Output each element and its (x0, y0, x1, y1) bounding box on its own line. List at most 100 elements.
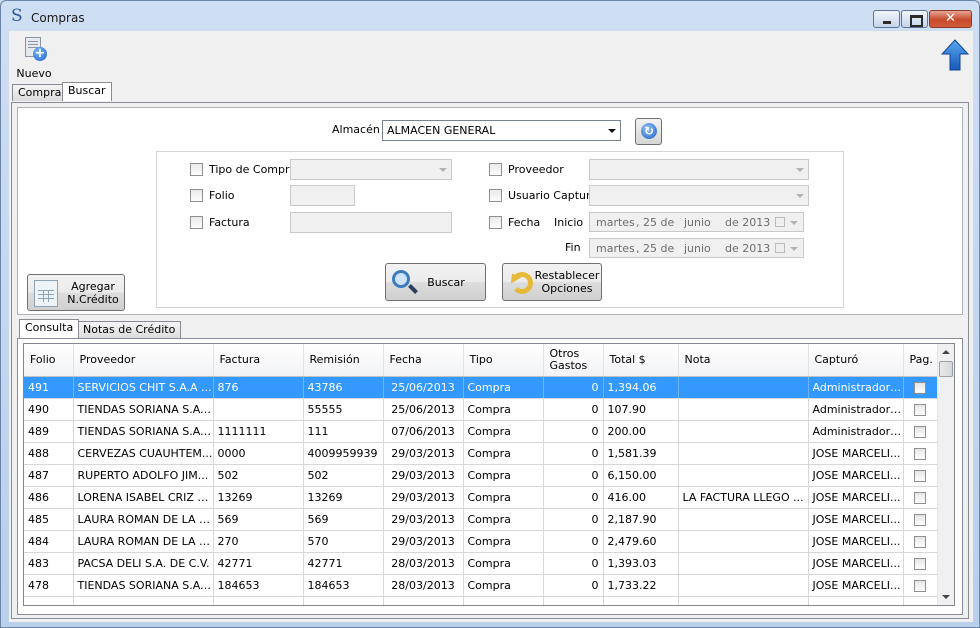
table-row[interactable]: 490 TIENDAS SORIANA S.A.... 55555 25/06/201… (24, 398, 938, 421)
pag-checkbox[interactable] (914, 447, 926, 460)
pag-checkbox[interactable] (914, 469, 926, 482)
cell-total: 2,187.90 (603, 508, 679, 531)
cell-fecha: 29/03/2013 (383, 464, 464, 487)
table-row[interactable]: 485 LAURA ROMAN DE LA C... 569 569 29/03/201… (24, 508, 938, 531)
minimize-button[interactable] (873, 10, 900, 28)
restablecer-opciones-button[interactable]: Restablecer Opciones (502, 263, 602, 301)
cell-capturo: JOSE MARCELI... (808, 464, 904, 487)
col-folio[interactable]: Folio (24, 344, 74, 377)
col-total[interactable]: Total $ (603, 344, 679, 377)
cell-otros: 0 (543, 442, 604, 465)
col-tipo[interactable]: Tipo (463, 344, 544, 377)
cell-capturo: JOSE MARCELI... (808, 486, 904, 509)
refresh-button[interactable]: ↻ (635, 118, 662, 145)
cell-folio: 478 (24, 574, 74, 597)
pag-checkbox[interactable] (914, 491, 926, 504)
title-bar[interactable]: S Compras ✕ (1, 1, 979, 31)
col-proveedor[interactable]: Proveedor (73, 344, 214, 377)
table-row[interactable]: 491 SERVICIOS CHIT S.A.A ... 876 43786 25/06… (24, 376, 938, 399)
pag-checkbox[interactable] (914, 557, 926, 570)
scroll-down-icon[interactable] (942, 595, 950, 599)
pag-checkbox[interactable] (914, 579, 926, 592)
col-capturo[interactable]: Capturó (808, 344, 904, 377)
table-row[interactable]: 483 PACSA DELI S.A. DE C.V. 42771 42771 28/0… (24, 552, 938, 575)
factura-input[interactable] (290, 212, 452, 233)
cell-capturo: JOSE MARCELI... (808, 442, 904, 465)
factura-checkbox[interactable] (190, 216, 203, 229)
tab-buscar[interactable]: Buscar (62, 82, 112, 101)
pag-checkbox[interactable] (914, 535, 926, 548)
col-remision[interactable]: Remisión (303, 344, 384, 377)
cell-otros: 0 (543, 530, 604, 553)
pag-checkbox[interactable] (914, 425, 926, 438)
folio-checkbox[interactable] (190, 189, 203, 202)
chevron-down-icon (608, 129, 616, 133)
folio-input[interactable] (290, 185, 355, 206)
proveedor-checkbox[interactable] (489, 163, 502, 176)
col-factura[interactable]: Factura (213, 344, 304, 377)
table-row[interactable]: 486 LORENA ISABEL CRIZ V... 13269 13269 29/0… (24, 486, 938, 509)
fecha-checkbox[interactable] (489, 216, 502, 229)
cell-tipo: Compra (463, 530, 544, 553)
tab-compra[interactable]: Compra (12, 84, 68, 101)
col-pag[interactable]: Pag. (903, 344, 938, 377)
cell-tipo: Compra (463, 486, 544, 509)
fin-date-picker[interactable]: martes , 25 de junio de 2013 (589, 238, 804, 258)
scroll-thumb[interactable] (939, 361, 953, 377)
close-button[interactable]: ✕ (929, 10, 972, 28)
nuevo-button[interactable]: + Nuevo (11, 35, 55, 81)
cell-tipo: Compra (463, 574, 544, 597)
table-row[interactable]: 489 TIENDAS SORIANA S.A.... 1111111 111 07/0… (24, 420, 938, 443)
table-row[interactable]: 478 TIENDAS SORIANA S.A.... 184653 184653 28… (24, 574, 938, 597)
cell-otros: 0 (543, 552, 604, 575)
header-row: Folio Proveedor Factura Remisión Fecha T… (24, 344, 938, 377)
tab-consulta[interactable]: Consulta (19, 319, 80, 338)
pag-checkbox[interactable] (914, 513, 926, 526)
cell-remision: 502 (303, 464, 384, 487)
table-row[interactable]: 488 CERVEZAS CUAUHTEM... 0000 4009959939 29/… (24, 442, 938, 465)
cell-empty (603, 596, 679, 605)
cell-fecha: 28/03/2013 (383, 574, 464, 597)
restablecer-label-line1: Restablecer (534, 269, 600, 282)
cell-capturo: JOSE MARCELI... (808, 552, 904, 575)
cell-pag (903, 442, 938, 465)
cell-empty (808, 596, 904, 605)
col-nota[interactable]: Nota (678, 344, 809, 377)
inicio-date-picker[interactable]: martes , 25 de junio de 2013 (589, 212, 804, 232)
tipo-compra-select[interactable] (290, 159, 452, 180)
compras-table: Folio Proveedor Factura Remisión Fecha T… (24, 344, 938, 605)
cell-folio: 491 (24, 376, 74, 399)
almacen-select[interactable]: ALMACEN GENERAL (382, 120, 621, 141)
up-arrow-icon[interactable] (941, 39, 969, 71)
cell-factura: 270 (213, 530, 304, 553)
scroll-up-icon[interactable] (942, 350, 950, 354)
col-otros-gastos[interactable]: Otros Gastos (543, 344, 604, 377)
folio-label: Folio (209, 189, 235, 202)
tab-notas-credito[interactable]: Notas de Crédito (77, 321, 182, 338)
cell-nota (678, 464, 809, 487)
proveedor-select[interactable] (589, 159, 809, 180)
usuario-select[interactable] (589, 185, 809, 206)
cell-fecha: 29/03/2013 (383, 530, 464, 553)
compras-grid[interactable]: Folio Proveedor Factura Remisión Fecha T… (23, 343, 955, 606)
cell-tipo: Compra (463, 464, 544, 487)
window-title: Compras (31, 11, 85, 25)
cell-fecha: 29/03/2013 (383, 442, 464, 465)
vertical-scrollbar[interactable] (937, 344, 954, 605)
pag-checkbox[interactable] (914, 403, 926, 416)
agregar-nota-credito-button[interactable]: Agregar N.Crédito (27, 274, 125, 311)
tipo-compra-checkbox[interactable] (190, 163, 203, 176)
cell-capturo: Administrador Sy... (808, 398, 904, 421)
col-fecha[interactable]: Fecha (383, 344, 464, 377)
cell-folio: 487 (24, 464, 74, 487)
maximize-button[interactable] (901, 10, 928, 28)
cell-pag (903, 420, 938, 443)
cell-total: 1,733.22 (603, 574, 679, 597)
cell-tipo: Compra (463, 552, 544, 575)
table-row[interactable]: 484 LAURA ROMAN DE LA C... 270 570 29/03/201… (24, 530, 938, 553)
table-row[interactable]: 487 RUPERTO ADOLFO JIM... 502 502 29/03/2013… (24, 464, 938, 487)
buscar-button[interactable]: Buscar (385, 263, 486, 301)
pag-checkbox[interactable] (914, 381, 926, 394)
cell-total: 200.00 (603, 420, 679, 443)
usuario-checkbox[interactable] (489, 189, 502, 202)
